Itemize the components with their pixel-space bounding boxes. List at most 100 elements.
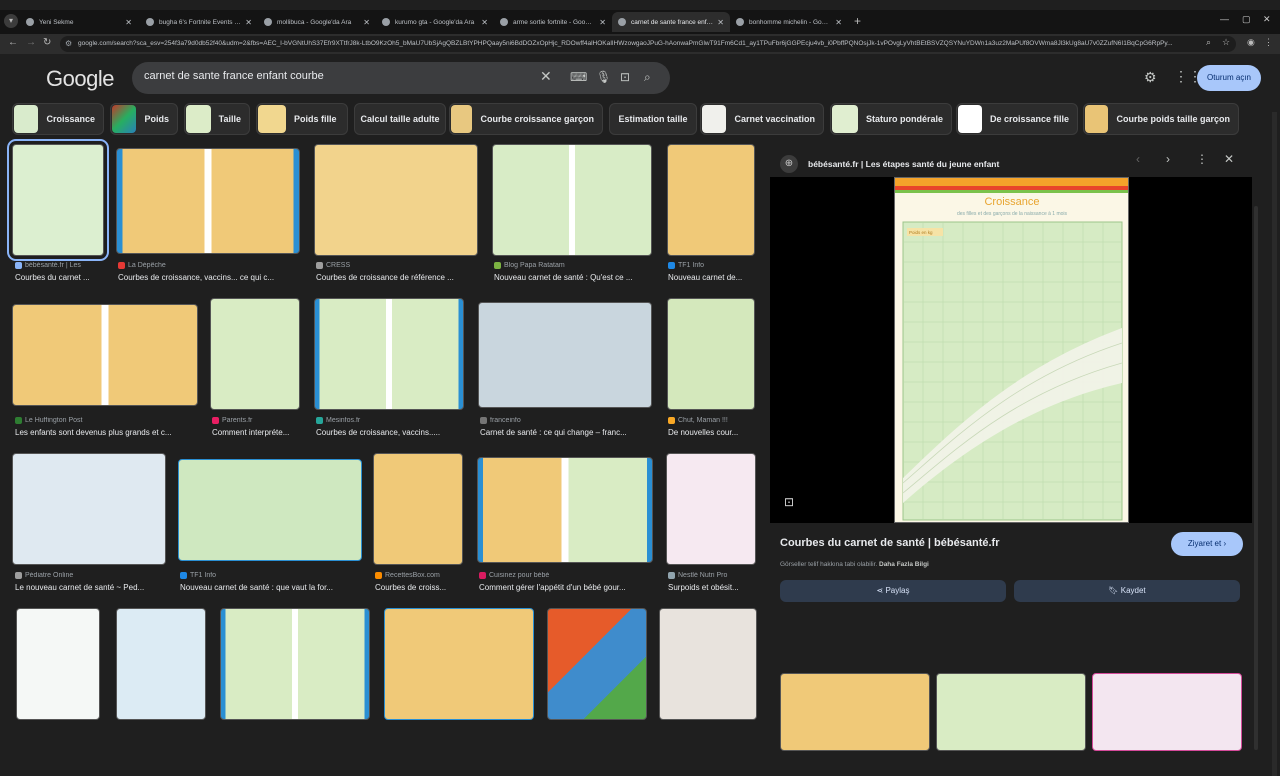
related-image-2[interactable] (1092, 673, 1242, 751)
close-tab-icon[interactable]: ✕ (717, 18, 724, 27)
more-options-icon[interactable]: ⋮ (1196, 152, 1208, 166)
panel-image-caption[interactable]: Courbes du carnet de santé | bébésanté.f… (780, 537, 999, 549)
result-caption-12[interactable]: Courbes de croiss... (375, 583, 467, 592)
result-image-5[interactable] (12, 304, 198, 406)
chip-poids[interactable]: Poids (110, 103, 178, 135)
tab-0[interactable]: Yeni Sekme ✕ (20, 12, 138, 32)
result-image-15[interactable] (16, 608, 100, 720)
profile-icon[interactable]: ◉ (1247, 37, 1255, 48)
result-source-0[interactable]: bébésanté.fr | Les (15, 262, 105, 269)
search-input[interactable] (144, 70, 534, 82)
result-source-9[interactable]: Chut, Maman !!! (668, 417, 758, 424)
tab-2[interactable]: mollibuca - Google'da Ara ✕ (258, 12, 376, 32)
result-image-3[interactable] (492, 144, 652, 256)
result-image-2[interactable] (314, 144, 478, 256)
tab-1[interactable]: bugha 6's Fortnite Events - Fort ✕ (140, 12, 258, 32)
chip-staturo-ponderale[interactable]: Staturo pondérale (830, 103, 952, 135)
result-image-12[interactable] (373, 453, 463, 565)
back-icon[interactable]: ← (8, 37, 18, 48)
previous-icon[interactable]: ‹ (1136, 152, 1140, 166)
result-image-0[interactable] (7, 139, 109, 261)
result-caption-6[interactable]: Comment interpréte... (212, 428, 302, 437)
lens-search-icon[interactable]: ⊡ (784, 495, 794, 509)
chip-de-croissance-fille[interactable]: De croissance fille (956, 103, 1078, 135)
result-image-7[interactable] (314, 298, 464, 410)
result-caption-10[interactable]: Le nouveau carnet de santé ~ Ped... (15, 583, 169, 592)
result-image-13[interactable] (477, 457, 653, 563)
tab-6[interactable]: bonhomme michelin - Google'da ✕ (730, 12, 848, 32)
close-panel-icon[interactable]: ✕ (1224, 152, 1234, 166)
sign-in-button[interactable]: Oturum açın (1197, 65, 1261, 91)
close-tab-icon[interactable]: ✕ (599, 18, 606, 27)
tab-3[interactable]: kurumo gta - Google'da Ara ✕ (376, 12, 494, 32)
close-tab-icon[interactable]: ✕ (245, 18, 252, 27)
site-info-icon[interactable]: ⚙ (65, 36, 72, 52)
chip-courbe-poids-taille-garcon[interactable]: Courbe poids taille garçon (1083, 103, 1239, 135)
result-source-8[interactable]: franceinfo (480, 417, 654, 424)
result-caption-1[interactable]: Courbes de croissance, vaccins... ce qui… (118, 273, 302, 282)
chip-calcul-taille-adulte[interactable]: Calcul taille adulte (354, 103, 446, 135)
visit-button[interactable]: Ziyaret et › (1171, 532, 1243, 556)
share-button[interactable]: ⋖ Paylaş (780, 580, 1006, 602)
zoom-icon[interactable]: ⌕ (1206, 37, 1211, 48)
page-scrollbar[interactable] (1272, 112, 1277, 776)
result-image-9[interactable] (667, 298, 755, 410)
result-source-2[interactable]: CRESS (316, 262, 480, 269)
close-window-icon[interactable]: ✕ (1263, 14, 1271, 25)
result-source-13[interactable]: Cuisinez pour bébé (479, 572, 657, 579)
mic-icon[interactable]: 🎙 (596, 70, 611, 84)
result-source-1[interactable]: La Dépêche (118, 262, 302, 269)
menu-icon[interactable]: ⋮ (1264, 37, 1273, 48)
result-image-20[interactable] (659, 608, 757, 720)
result-source-3[interactable]: Blog Papa Ratatam (494, 262, 654, 269)
result-caption-11[interactable]: Nouveau carnet de santé : que vaut la fo… (180, 583, 364, 592)
result-source-12[interactable]: RecettesBox.com (375, 572, 467, 579)
chip-poids-fille[interactable]: Poids fille (256, 103, 348, 135)
result-image-11[interactable] (178, 459, 362, 561)
result-image-18[interactable] (384, 608, 534, 720)
close-tab-icon[interactable]: ✕ (481, 18, 488, 27)
google-logo[interactable]: Google (46, 66, 114, 92)
result-source-10[interactable]: Pédiatre Online (15, 572, 169, 579)
result-caption-3[interactable]: Nouveau carnet de santé : Qu'est ce ... (494, 273, 654, 282)
chip-estimation-taille[interactable]: Estimation taille (609, 103, 697, 135)
result-image-6[interactable] (210, 298, 300, 410)
result-caption-8[interactable]: Carnet de santé : ce qui change – franc.… (480, 428, 654, 437)
result-image-17[interactable] (220, 608, 370, 720)
reload-icon[interactable]: ↻ (43, 37, 51, 48)
maximize-icon[interactable]: ▢ (1242, 14, 1251, 25)
result-source-11[interactable]: TF1 Info (180, 572, 364, 579)
chip-croissance[interactable]: Croissance (12, 103, 104, 135)
panel-scrollbar[interactable] (1254, 206, 1258, 750)
preview-image[interactable]: Croissance des filles et des garçons de … (894, 177, 1129, 523)
keyboard-icon[interactable]: ⌨ (570, 70, 587, 84)
result-caption-14[interactable]: Surpoids et obésit... (668, 583, 758, 592)
chip-courbe-croissance-garcon[interactable]: Courbe croissance garçon (449, 103, 603, 135)
clear-icon[interactable]: ✕ (540, 68, 552, 85)
lens-icon[interactable]: ⊡ (620, 70, 630, 84)
result-caption-5[interactable]: Les enfants sont devenus plus grands et … (15, 428, 199, 437)
close-tab-icon[interactable]: ✕ (835, 18, 842, 27)
result-image-14[interactable] (666, 453, 756, 565)
tab-4[interactable]: arme sortie fortnite - Google'da ✕ (494, 12, 612, 32)
new-tab-icon[interactable]: + (854, 14, 861, 28)
minimize-icon[interactable]: — (1220, 14, 1229, 24)
result-image-10[interactable] (12, 453, 166, 565)
search-box[interactable]: ✕ ⌨ 🎙 ⊡ ⌕ (132, 62, 670, 94)
next-icon[interactable]: › (1166, 152, 1170, 166)
preview-image-area[interactable]: Croissance des filles et des garçons de … (770, 177, 1252, 523)
related-image-0[interactable] (780, 673, 930, 751)
save-button[interactable]: 🔖︎ Kaydet (1014, 580, 1240, 602)
forward-icon[interactable]: → (26, 37, 36, 48)
result-image-16[interactable] (116, 608, 206, 720)
result-image-1[interactable] (116, 148, 300, 254)
chip-carnet-vaccination[interactable]: Carnet vaccination (700, 103, 824, 135)
search-icon[interactable]: ⌕ (644, 70, 651, 85)
close-tab-icon[interactable]: ✕ (363, 18, 370, 27)
settings-gear-icon[interactable]: ⚙ (1144, 69, 1157, 86)
result-caption-9[interactable]: De nouvelles cour... (668, 428, 758, 437)
result-caption-7[interactable]: Courbes de croissance, vaccins..... (316, 428, 466, 437)
close-tab-icon[interactable]: ✕ (125, 18, 132, 27)
tab-search-button[interactable]: ▾ (4, 14, 18, 28)
result-source-6[interactable]: Parents.fr (212, 417, 302, 424)
